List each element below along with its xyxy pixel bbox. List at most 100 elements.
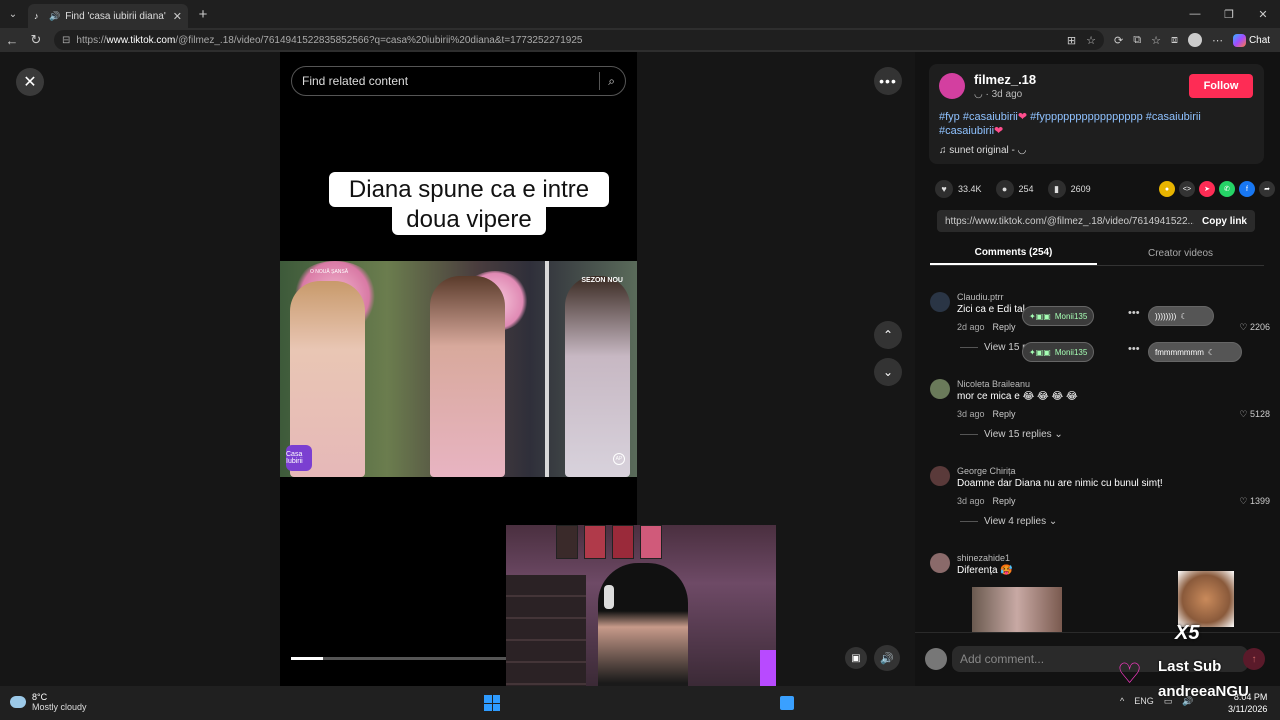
- copilot-label: Chat: [1248, 34, 1271, 46]
- embed-icon[interactable]: <>: [1179, 181, 1195, 197]
- overlay-more-icon: •••: [1128, 343, 1140, 355]
- commenter-avatar[interactable]: [930, 379, 950, 399]
- hashtags-part1[interactable]: #fyp #casaiubirii: [939, 111, 1018, 123]
- volume-button[interactable]: 🔊: [874, 645, 900, 671]
- split-screen-icon[interactable]: ⧉: [1133, 34, 1141, 47]
- weather-widget[interactable]: 8°C Mostly cloudy: [10, 692, 87, 712]
- weather-desc: Mostly cloudy: [32, 702, 87, 712]
- comment-icon: ●: [995, 180, 1014, 198]
- like-stat[interactable]: ♥ 33.4K: [935, 180, 982, 198]
- video-panel: ✕ Find related content ⌕ Diana spune ca …: [0, 52, 915, 686]
- save-count: 2609: [1070, 184, 1091, 194]
- tab-actions-menu[interactable]: ⌄: [0, 0, 26, 28]
- start-button[interactable]: [484, 695, 500, 711]
- comment-likes[interactable]: ♡ 2206: [1239, 322, 1270, 333]
- commenter-avatar[interactable]: [930, 292, 950, 312]
- profile-avatar[interactable]: [1187, 33, 1202, 47]
- maximize-button[interactable]: ❐: [1212, 0, 1246, 28]
- save-stat[interactable]: ▮ 2609: [1047, 180, 1091, 198]
- taskbar-app-icon[interactable]: [780, 696, 794, 710]
- main-area: ✕ Find related content ⌕ Diana spune ca …: [0, 52, 1280, 720]
- language-indicator[interactable]: ENG: [1134, 696, 1154, 707]
- related-search-input[interactable]: Find related content ⌕: [291, 66, 626, 96]
- app-available-icon[interactable]: ⊞: [1067, 34, 1076, 47]
- speaker-icon[interactable]: 🔊: [49, 11, 60, 22]
- last-sub-name: andreeaNGU: [1158, 683, 1249, 700]
- view-replies-link[interactable]: View 15 replies ⌄: [960, 429, 1063, 440]
- comment-username[interactable]: shinezahide1: [957, 553, 1010, 563]
- reply-link[interactable]: Reply: [993, 409, 1016, 419]
- author-avatar[interactable]: [939, 73, 965, 99]
- close-window-button[interactable]: ✕: [1246, 0, 1280, 28]
- picture-in-picture-button[interactable]: ▣: [845, 647, 867, 669]
- like-count: 33.4K: [958, 184, 982, 194]
- tab-close-icon[interactable]: ✕: [173, 10, 182, 23]
- search-icon[interactable]: ⌕: [608, 74, 615, 89]
- send-icon[interactable]: ➤: [1199, 181, 1215, 197]
- commenter-avatar[interactable]: [930, 466, 950, 486]
- overlay-more-icon: •••: [1128, 307, 1140, 319]
- copy-link-bar: https://www.tiktok.com/@filmez_.18/video…: [937, 210, 1255, 232]
- favorites-icon[interactable]: ☆: [1151, 34, 1161, 47]
- badge-icon: ✦▣▣: [1029, 311, 1051, 321]
- headset: [604, 585, 614, 609]
- heart-icon: ♥: [935, 180, 953, 198]
- comment-likes[interactable]: ♡ 5128: [1239, 409, 1270, 420]
- comment-meta: 3d ago Reply: [957, 496, 1016, 506]
- comment-username[interactable]: Claudiu.ptrr: [957, 292, 1004, 302]
- reply-link[interactable]: Reply: [993, 322, 1016, 332]
- tray-chevron-icon[interactable]: ^: [1120, 696, 1124, 707]
- poster: [556, 525, 578, 559]
- collections-icon[interactable]: ⧈: [1171, 34, 1178, 47]
- comment-image-attachment[interactable]: [972, 587, 1062, 633]
- next-video-button[interactable]: ⌄: [874, 358, 902, 386]
- my-avatar: [925, 648, 947, 670]
- browser-tab[interactable]: ♪ 🔊 Find 'casa iubirii diana' on Tik ✕: [28, 4, 188, 28]
- heart-emoji: ❤: [1017, 111, 1028, 123]
- comment-likes[interactable]: ♡ 1399: [1239, 496, 1270, 507]
- post-time: ◡ · 3d ago: [974, 89, 1023, 100]
- person-figure: [565, 276, 630, 477]
- tab-creator-videos[interactable]: Creator videos: [1097, 242, 1264, 265]
- author-name[interactable]: filmez_.18: [974, 72, 1036, 87]
- copilot-button[interactable]: Chat: [1232, 33, 1271, 47]
- coin-icon[interactable]: ●: [1159, 181, 1175, 197]
- video-progress-bar[interactable]: [291, 657, 521, 660]
- video-caption-line2-wrap: doua vipere: [329, 204, 609, 235]
- new-tab-button[interactable]: +: [192, 3, 214, 25]
- comment-username[interactable]: George Chirița: [957, 466, 1016, 476]
- url-field[interactable]: ⊟ https://www.tiktok.com/@filmez_.18/vid…: [54, 30, 1104, 50]
- site-info-icon[interactable]: ⊟: [62, 35, 70, 46]
- comment-stat[interactable]: ● 254: [995, 180, 1034, 198]
- previous-video-button[interactable]: ⌃: [874, 321, 902, 349]
- share-icon[interactable]: ➦: [1259, 181, 1275, 197]
- minimize-button[interactable]: —: [1178, 0, 1212, 28]
- facebook-icon[interactable]: f: [1239, 181, 1255, 197]
- hashtags-part2[interactable]: #fypppppppppppppppp #casaiubirii: [1030, 111, 1201, 123]
- close-video-button[interactable]: ✕: [16, 68, 44, 96]
- view-replies-link[interactable]: View 15 r: [960, 342, 1026, 353]
- follow-button[interactable]: Follow: [1189, 74, 1253, 98]
- back-button[interactable]: ←: [0, 28, 24, 52]
- chat-overlay-message: fmmmmmmm ☾: [1148, 342, 1242, 362]
- engagement-bar: ♥ 33.4K ● 254 ▮ 2609 ● <> ➤ ✆ f ➦: [935, 179, 1275, 199]
- copy-link-button[interactable]: Copy link: [1202, 216, 1247, 227]
- whatsapp-icon[interactable]: ✆: [1219, 181, 1235, 197]
- more-options-button[interactable]: •••: [874, 67, 902, 95]
- hashtags-part3[interactable]: #casaiubirii: [939, 125, 994, 137]
- browser-tab-bar: ⌄ ♪ 🔊 Find 'casa iubirii diana' on Tik ✕…: [0, 0, 1280, 28]
- poster: [612, 525, 634, 559]
- commenter-avatar[interactable]: [930, 553, 950, 573]
- reload-button[interactable]: ↻: [24, 28, 48, 52]
- windows-taskbar: 8°C Mostly cloudy ^ ENG ▭ 🔊 8:04 PM 3/11…: [0, 686, 1280, 720]
- sound-link[interactable]: ♫ sunet original - ◡: [939, 145, 1026, 156]
- tab-comments[interactable]: Comments (254): [930, 242, 1097, 265]
- reply-link[interactable]: Reply: [993, 496, 1016, 506]
- frame-top-label: O NOUĂ ȘANSĂ: [310, 269, 349, 275]
- settings-more-icon[interactable]: ⋯: [1212, 34, 1223, 47]
- extensions-icon[interactable]: ⟳: [1114, 34, 1123, 47]
- favorite-star-icon[interactable]: ☆: [1086, 34, 1096, 47]
- webcam-posters: [556, 525, 662, 559]
- view-replies-link[interactable]: View 4 replies ⌄: [960, 516, 1057, 527]
- comment-username[interactable]: Nicoleta Braileanu: [957, 379, 1030, 389]
